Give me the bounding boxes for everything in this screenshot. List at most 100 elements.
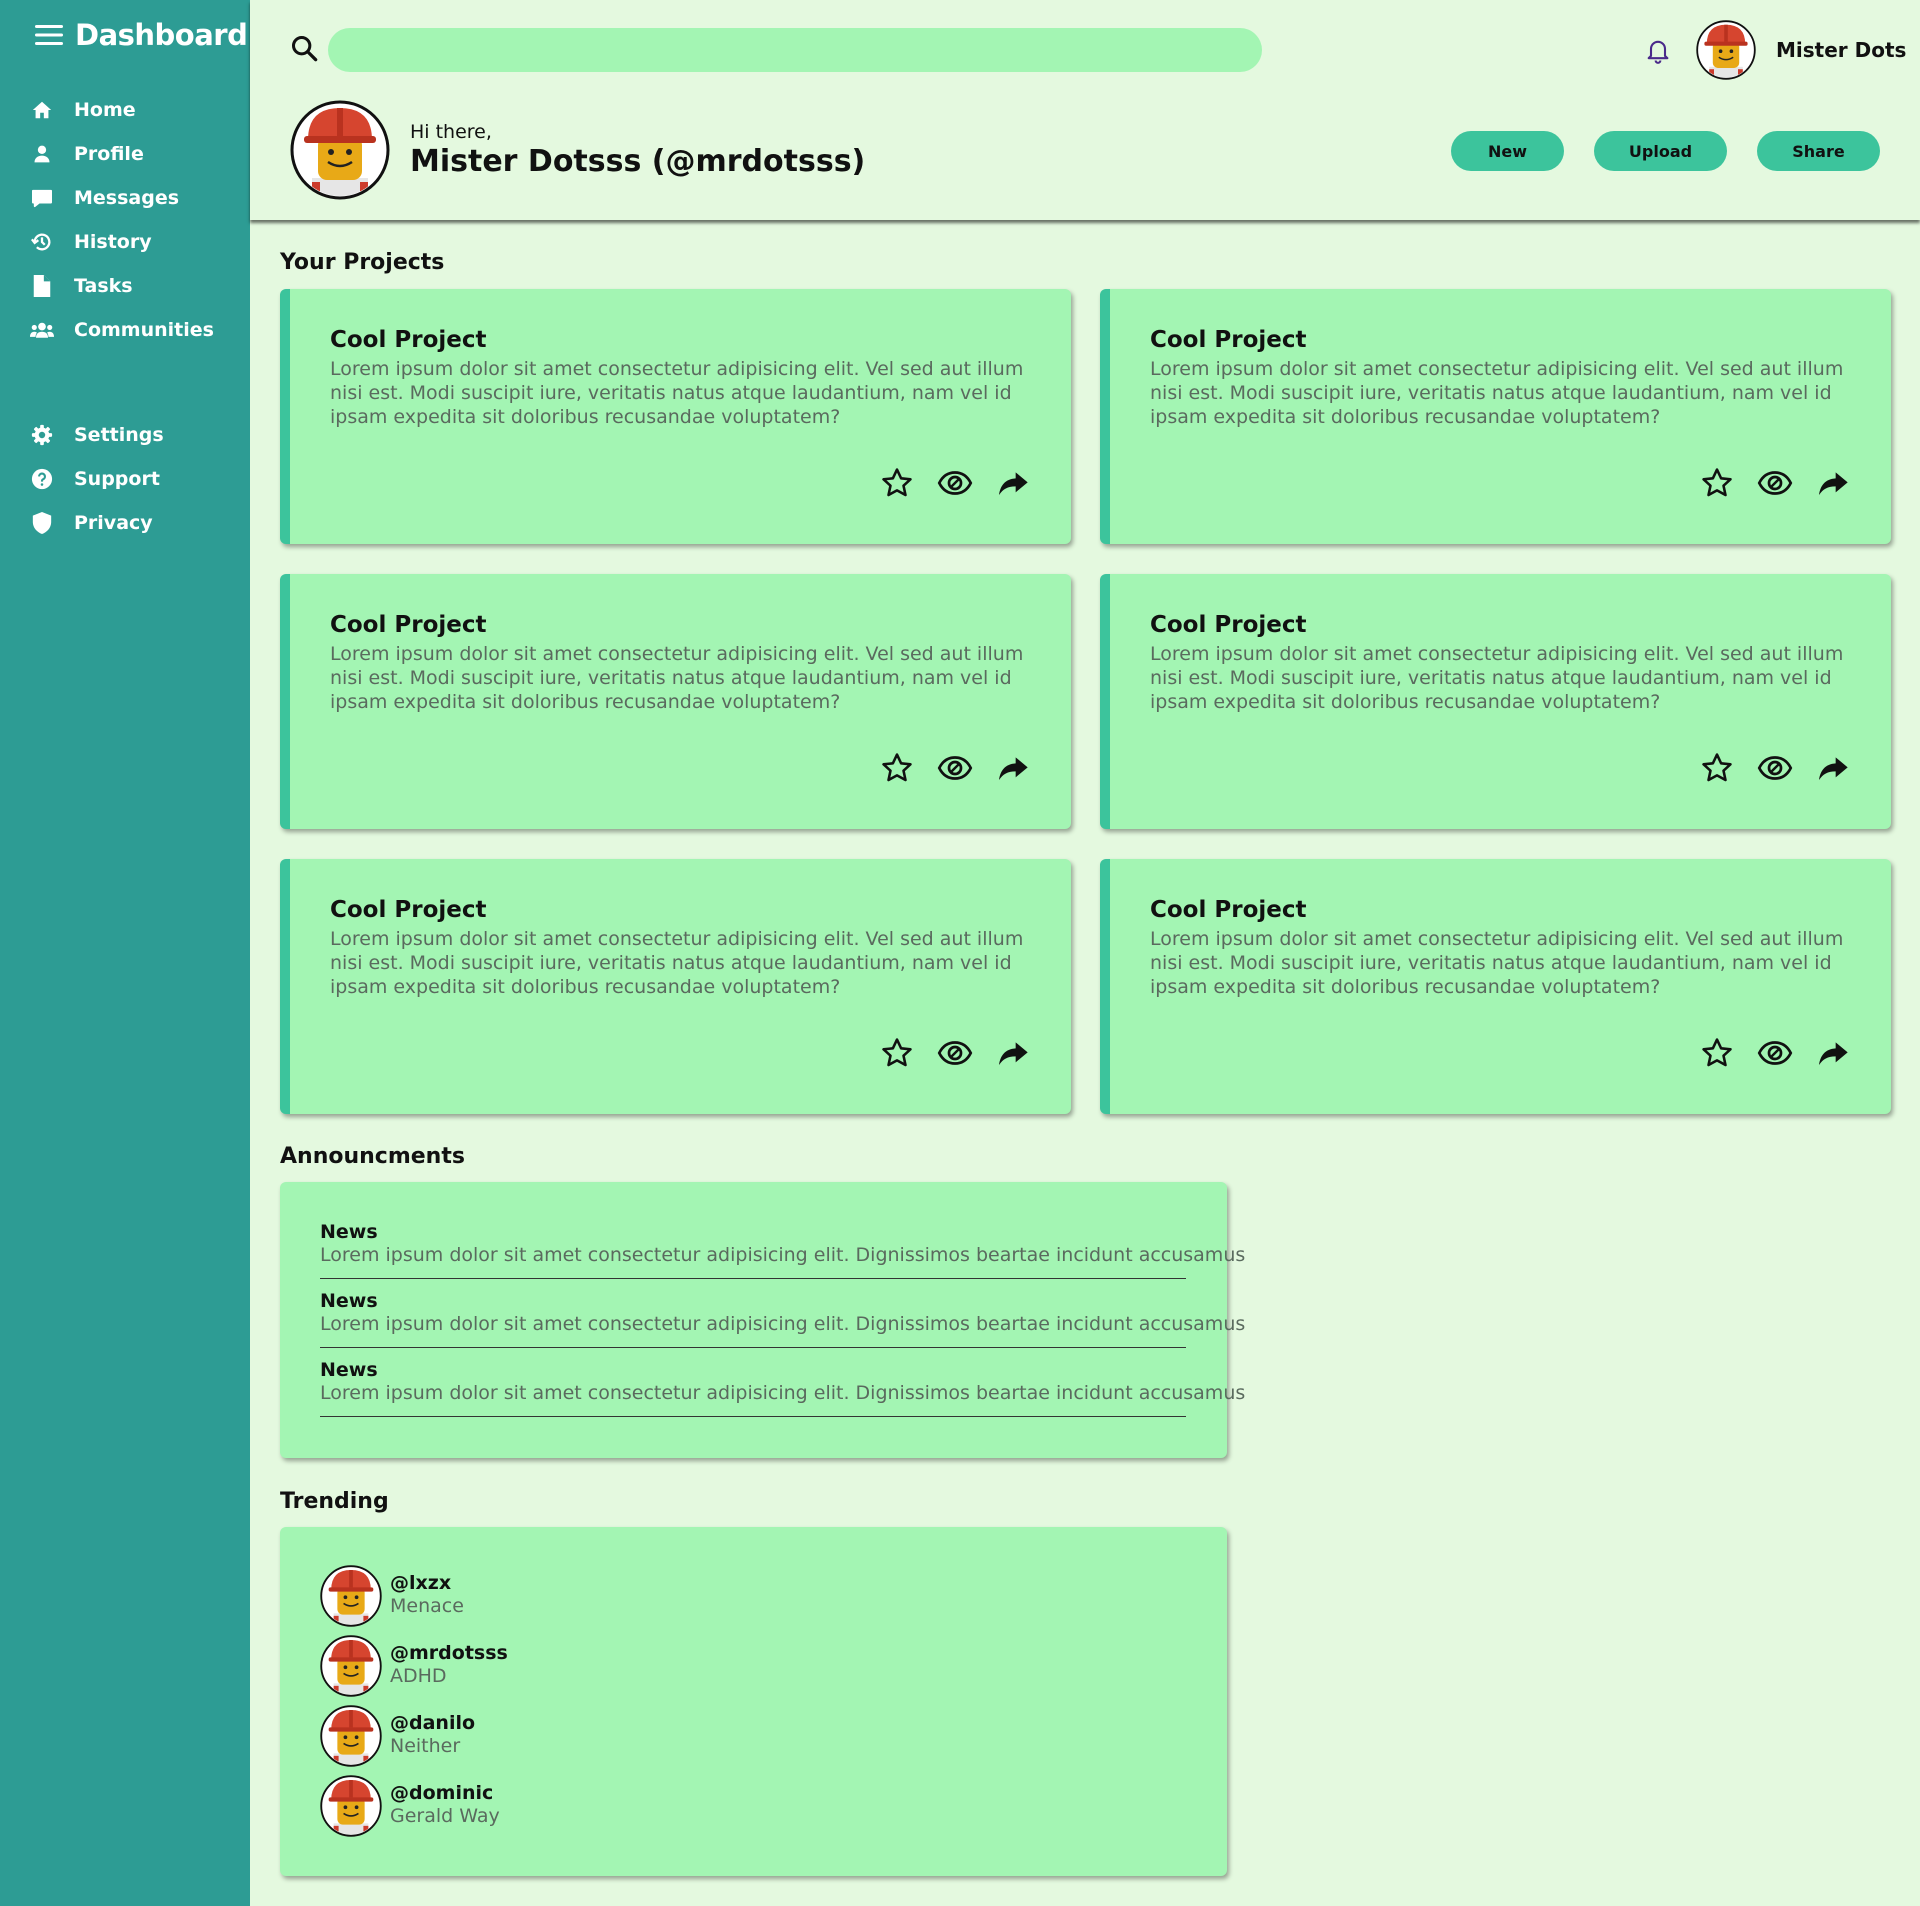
sidebar-item-profile[interactable]: Profile [30, 132, 240, 176]
sidebar-nav: Home Profile Messages History Tasks Comm… [30, 88, 240, 352]
sidebar-item-label: Profile [74, 143, 144, 165]
trending-handle: @dominic [390, 1782, 494, 1804]
trending-user[interactable]: @mrdotsss ADHD [320, 1635, 820, 1697]
search-input[interactable] [328, 28, 1262, 72]
profile-avatar [290, 100, 390, 200]
project-actions [1699, 750, 1851, 786]
header-username[interactable]: Mister Dots [1776, 38, 1906, 62]
project-description: Lorem ipsum dolor sit amet consectetur a… [1150, 928, 1844, 998]
avatar [320, 1565, 382, 1627]
project-description: Lorem ipsum dolor sit amet consectetur a… [1150, 643, 1844, 713]
project-card[interactable]: Cool Project Lorem ipsum dolor sit amet … [1100, 289, 1891, 544]
news-item[interactable]: News Lorem ipsum dolor sit amet consecte… [320, 1221, 1245, 1279]
star-icon[interactable] [1699, 750, 1735, 786]
project-actions [879, 1035, 1031, 1071]
project-actions [879, 465, 1031, 501]
sidebar-item-label: Tasks [74, 275, 133, 297]
avatar [320, 1705, 382, 1767]
project-actions [1699, 465, 1851, 501]
sidebar-item-communities[interactable]: Communities [30, 308, 240, 352]
project-title: Cool Project [330, 612, 487, 638]
project-title: Cool Project [330, 897, 487, 923]
trending-user[interactable]: @danilo Neither [320, 1705, 820, 1767]
trending-subtitle: Neither [390, 1735, 461, 1757]
project-actions [1699, 1035, 1851, 1071]
news-title: News [320, 1290, 378, 1312]
avatar[interactable] [1696, 20, 1756, 80]
user-icon [30, 142, 54, 166]
trending-subtitle: ADHD [390, 1665, 447, 1687]
sidebar-item-label: History [74, 231, 152, 253]
sidebar-brand: Dashboard [35, 18, 248, 52]
hamburger-menu-icon[interactable] [35, 23, 63, 47]
projects-section-title: Your Projects [280, 250, 445, 275]
star-icon[interactable] [879, 750, 915, 786]
sidebar-item-label: Settings [74, 424, 164, 446]
project-description: Lorem ipsum dolor sit amet consectetur a… [330, 928, 1024, 998]
project-card[interactable]: Cool Project Lorem ipsum dolor sit amet … [280, 289, 1071, 544]
announcements-panel: News Lorem ipsum dolor sit amet consecte… [280, 1182, 1245, 1458]
project-title: Cool Project [330, 327, 487, 353]
new-button[interactable]: New [1451, 131, 1564, 171]
sidebar-item-home[interactable]: Home [30, 88, 240, 132]
eye-icon[interactable] [1757, 1035, 1793, 1071]
sidebar-item-label: Support [74, 468, 160, 490]
project-description: Lorem ipsum dolor sit amet consectetur a… [330, 358, 1024, 428]
sidebar-item-tasks[interactable]: Tasks [30, 264, 240, 308]
share-icon[interactable] [995, 750, 1031, 786]
sidebar-item-messages[interactable]: Messages [30, 176, 240, 220]
bell-icon[interactable] [1644, 36, 1672, 64]
message-icon [30, 186, 54, 210]
sidebar-item-history[interactable]: History [30, 220, 240, 264]
home-icon [30, 98, 54, 122]
announcements-section-title: Announcments [280, 1144, 465, 1169]
eye-icon[interactable] [1757, 465, 1793, 501]
sidebar-item-support[interactable]: Support [30, 457, 240, 501]
eye-icon[interactable] [937, 750, 973, 786]
star-icon[interactable] [879, 1035, 915, 1071]
project-card[interactable]: Cool Project Lorem ipsum dolor sit amet … [280, 574, 1071, 829]
project-card[interactable]: Cool Project Lorem ipsum dolor sit amet … [1100, 859, 1891, 1114]
avatar [320, 1775, 382, 1837]
news-text: Lorem ipsum dolor sit amet consectetur a… [320, 1382, 1246, 1404]
news-text: Lorem ipsum dolor sit amet consectetur a… [320, 1313, 1246, 1335]
eye-icon[interactable] [937, 1035, 973, 1071]
project-title: Cool Project [1150, 327, 1307, 353]
trending-user[interactable]: @dominic Gerald Way [320, 1775, 820, 1837]
eye-icon[interactable] [937, 465, 973, 501]
trending-subtitle: Menace [390, 1595, 464, 1617]
sidebar-title: Dashboard [75, 18, 248, 52]
share-icon[interactable] [995, 465, 1031, 501]
star-icon[interactable] [1699, 1035, 1735, 1071]
users-icon [30, 318, 54, 342]
upload-button[interactable]: Upload [1594, 131, 1727, 171]
header: Mister Dots Hi there, Mister Dotsss (@mr… [250, 0, 1920, 220]
share-icon[interactable] [995, 1035, 1031, 1071]
share-button[interactable]: Share [1757, 131, 1880, 171]
project-card[interactable]: Cool Project Lorem ipsum dolor sit amet … [280, 859, 1071, 1114]
trending-user[interactable]: @lxzx Menace [320, 1565, 820, 1627]
share-icon[interactable] [1815, 1035, 1851, 1071]
user-fullname: Mister Dotsss (@mrdotsss) [410, 144, 866, 179]
share-icon[interactable] [1815, 465, 1851, 501]
sidebar: Dashboard Home Profile Messages History [0, 0, 250, 1906]
star-icon[interactable] [879, 465, 915, 501]
sidebar-item-privacy[interactable]: Privacy [30, 501, 240, 545]
news-item[interactable]: News Lorem ipsum dolor sit amet consecte… [320, 1359, 1245, 1417]
shield-icon [30, 511, 54, 535]
sidebar-item-label: Communities [74, 319, 214, 341]
star-icon[interactable] [1699, 465, 1735, 501]
news-item[interactable]: News Lorem ipsum dolor sit amet consecte… [320, 1290, 1245, 1348]
search-icon[interactable] [290, 34, 318, 62]
trending-subtitle: Gerald Way [390, 1805, 500, 1827]
news-text: Lorem ipsum dolor sit amet consectetur a… [320, 1244, 1246, 1266]
sidebar-nav-secondary: Settings Support Privacy [30, 413, 240, 545]
eye-icon[interactable] [1757, 750, 1793, 786]
file-icon [30, 274, 54, 298]
sidebar-item-label: Home [74, 99, 136, 121]
share-icon[interactable] [1815, 750, 1851, 786]
trending-handle: @danilo [390, 1712, 476, 1734]
history-icon [30, 230, 54, 254]
project-card[interactable]: Cool Project Lorem ipsum dolor sit amet … [1100, 574, 1891, 829]
sidebar-item-settings[interactable]: Settings [30, 413, 240, 457]
